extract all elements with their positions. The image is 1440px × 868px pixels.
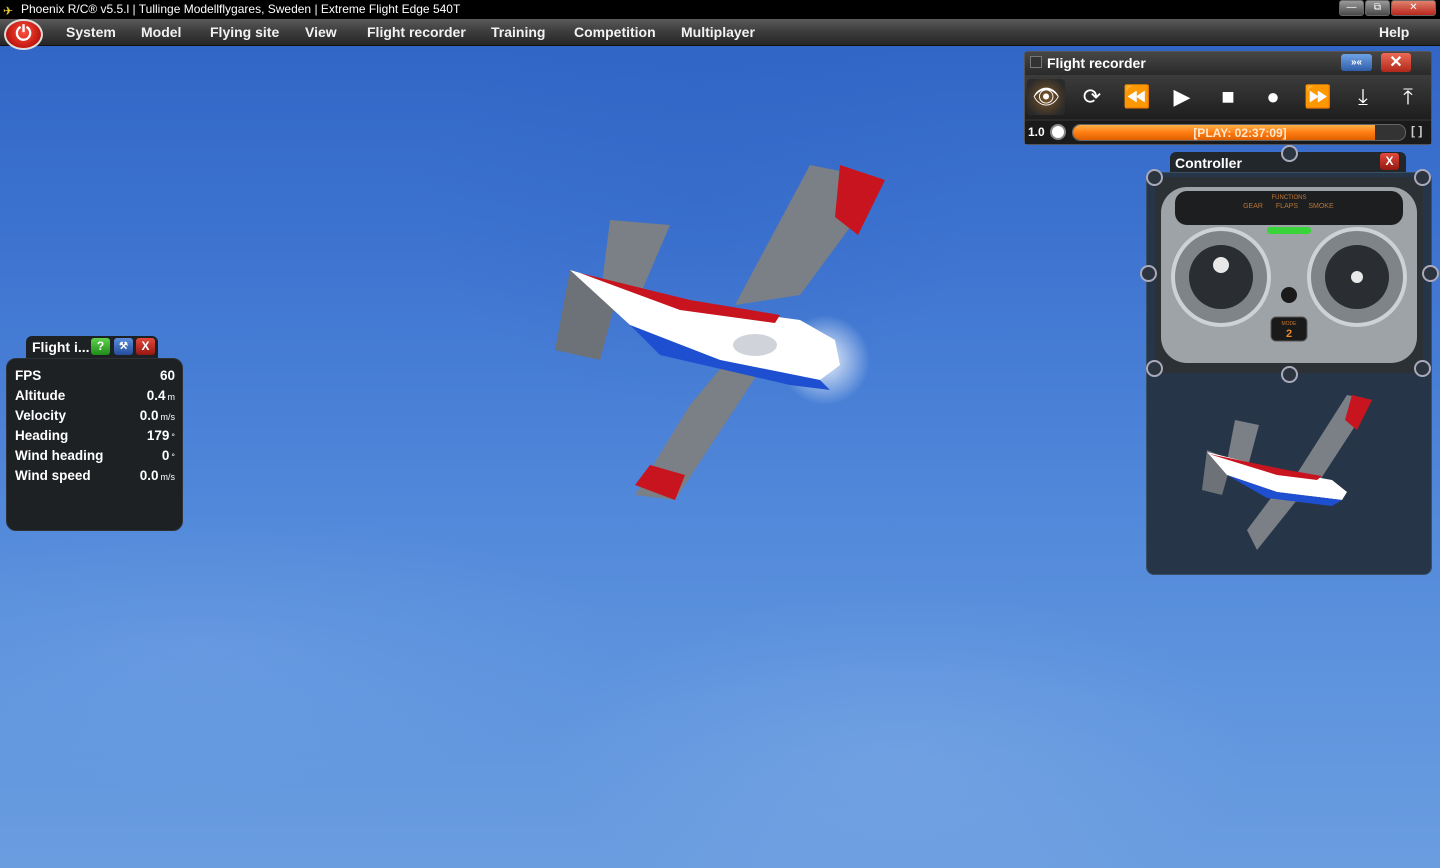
altitude-unit: m [167,392,176,402]
fps-value: 60 [160,368,175,383]
flight-recorder-window: Flight recorder »« ✕ 👁 ⟳ ⏪ ▶ ■ ● ⏩ ⤓ ⤒ 1… [1024,51,1432,145]
playback-controls: 👁 ⟳ ⏪ ▶ ■ ● ⏩ ⤓ ⤒ [1025,75,1431,119]
menu-item-training[interactable]: Training [491,19,545,46]
wind-speed-value: 0.0 m/s [140,468,175,483]
stop-icon[interactable]: ■ [1209,79,1247,115]
menu-item-multiplayer[interactable]: Multiplayer [681,19,755,46]
model-preview [1202,395,1372,550]
resize-handle[interactable] [1281,145,1298,162]
speed-knob-icon[interactable] [1050,124,1066,140]
playback-speed[interactable]: 1.0 [1028,125,1045,139]
battery-led-icon [1267,227,1311,234]
functions-label: FUNCTIONS [1272,195,1307,201]
record-icon[interactable]: ● [1254,79,1292,115]
heading-label: Heading [15,428,69,443]
close-icon[interactable]: X [136,338,155,355]
smoke-switch[interactable]: SMOKE [1308,203,1334,210]
left-stick-icon[interactable] [1213,257,1229,273]
mode-value: 2 [1286,328,1292,340]
window-title: Phoenix R/C® v5.5.l | Tullinge Modellfly… [21,2,461,16]
gear-switch[interactable]: GEAR [1243,203,1263,210]
flaps-switch[interactable]: FLAPS [1276,203,1299,210]
flight-info-title: Flight i... [32,339,90,355]
flight-recorder-title: Flight recorder [1047,55,1146,71]
menu-bar: ⏻ System Model Flying site View Flight r… [0,19,1440,50]
flight-info-panel: FPS 60 Altitude 0.4 m Velocity 0.0 m/s Hea… [6,358,183,531]
fps-number: 60 [159,368,175,383]
window-buttons: — ⧉ ✕ [1339,0,1436,16]
flight-recorder-close-button[interactable]: ✕ [1381,53,1411,72]
rewind-icon[interactable]: ⏪ [1118,79,1156,115]
heading-unit: ° [171,432,175,442]
menu-item-help[interactable]: Help [1379,19,1409,46]
resize-handle[interactable] [1414,360,1431,377]
heading-value: 179 ° [147,428,175,443]
center-knob-icon [1281,287,1297,303]
export-icon[interactable]: ⤒ [1389,79,1427,115]
heading-number: 179 [146,428,170,443]
menu-item-flying-site[interactable]: Flying site [210,19,279,46]
flight-recorder-titlebar[interactable]: Flight recorder »« ✕ [1025,52,1431,74]
flight-info-tab: Flight i... ? ⚒ X [26,336,158,360]
power-icon[interactable]: ⏻ [4,19,43,50]
import-icon[interactable]: ⤓ [1344,79,1382,115]
menu-item-view[interactable]: View [305,19,337,46]
right-stick-icon[interactable] [1351,271,1363,283]
wind-speed-unit: m/s [160,472,176,482]
flight-info-row-heading: Heading 179 ° [15,428,175,448]
help-icon[interactable]: ? [91,338,110,355]
wind-heading-label: Wind heading [15,448,104,463]
play-icon[interactable]: ▶ [1163,79,1201,115]
eye-icon[interactable]: 👁 [1027,79,1065,115]
collapse-icon[interactable]: »« [1341,54,1372,71]
mode-label: MODE [1282,321,1298,327]
flight-info-row-fps: FPS 60 [15,368,175,388]
velocity-number: 0.0 [139,408,159,423]
wind-heading-unit: ° [171,452,175,462]
menu-item-flight-recorder[interactable]: Flight recorder [367,19,466,46]
menu-item-model[interactable]: Model [141,19,181,46]
flight-info-row-wind-heading: Wind heading 0 ° [15,448,175,468]
transmitter-graphic: FUNCTIONS GEAR FLAPS SMOKE MODE 2 [1155,177,1423,373]
velocity-unit: m/s [160,412,176,422]
resize-handle[interactable] [1146,169,1163,186]
velocity-value: 0.0 m/s [140,408,175,423]
flight-info-row-velocity: Velocity 0.0 m/s [15,408,175,428]
window-title-bar: ✈ Phoenix R/C® v5.5.l | Tullinge Modellf… [0,0,1440,19]
flight-info-row-wind-speed: Wind speed 0.0 m/s [15,468,175,488]
playback-status-bar: 1.0 [PLAY: 02:37:09] [ ] [1025,121,1431,144]
wind-speed-label: Wind speed [15,468,91,483]
tools-icon[interactable]: ⚒ [114,338,133,355]
window-menu-icon[interactable] [1030,56,1042,68]
loop-icon[interactable]: ⟳ [1073,79,1111,115]
wind-speed-number: 0.0 [139,468,159,483]
playback-progress[interactable]: [PLAY: 02:37:09] [1072,124,1406,141]
menu-item-system[interactable]: System [66,19,116,46]
controller-title: Controller [1175,155,1242,171]
minimize-button[interactable]: — [1339,0,1364,16]
wind-heading-number: 0 [161,448,170,463]
menu-item-competition[interactable]: Competition [574,19,656,46]
altitude-label: Altitude [15,388,66,403]
expand-icon[interactable]: [ ] [1411,124,1422,138]
restore-button[interactable]: ⧉ [1365,0,1390,16]
velocity-label: Velocity [15,408,67,423]
left-gimbal-well [1189,245,1253,309]
resize-handle[interactable] [1140,265,1157,282]
wind-heading-value: 0 ° [162,448,175,463]
flight-info-row-altitude: Altitude 0.4 m [15,388,175,408]
canopy [733,334,777,356]
resize-handle[interactable] [1422,265,1439,282]
close-button[interactable]: ✕ [1391,0,1436,16]
altitude-number: 0.4 [146,388,166,403]
playback-time: [PLAY: 02:37:09] [1193,126,1287,140]
controller-close-icon[interactable]: X [1380,153,1399,170]
fast-forward-icon[interactable]: ⏩ [1299,79,1337,115]
resize-handle[interactable] [1414,169,1431,186]
resize-handle[interactable] [1146,360,1163,377]
altitude-value: 0.4 m [147,388,175,403]
airplane-model [555,165,885,500]
fps-label: FPS [15,368,42,383]
